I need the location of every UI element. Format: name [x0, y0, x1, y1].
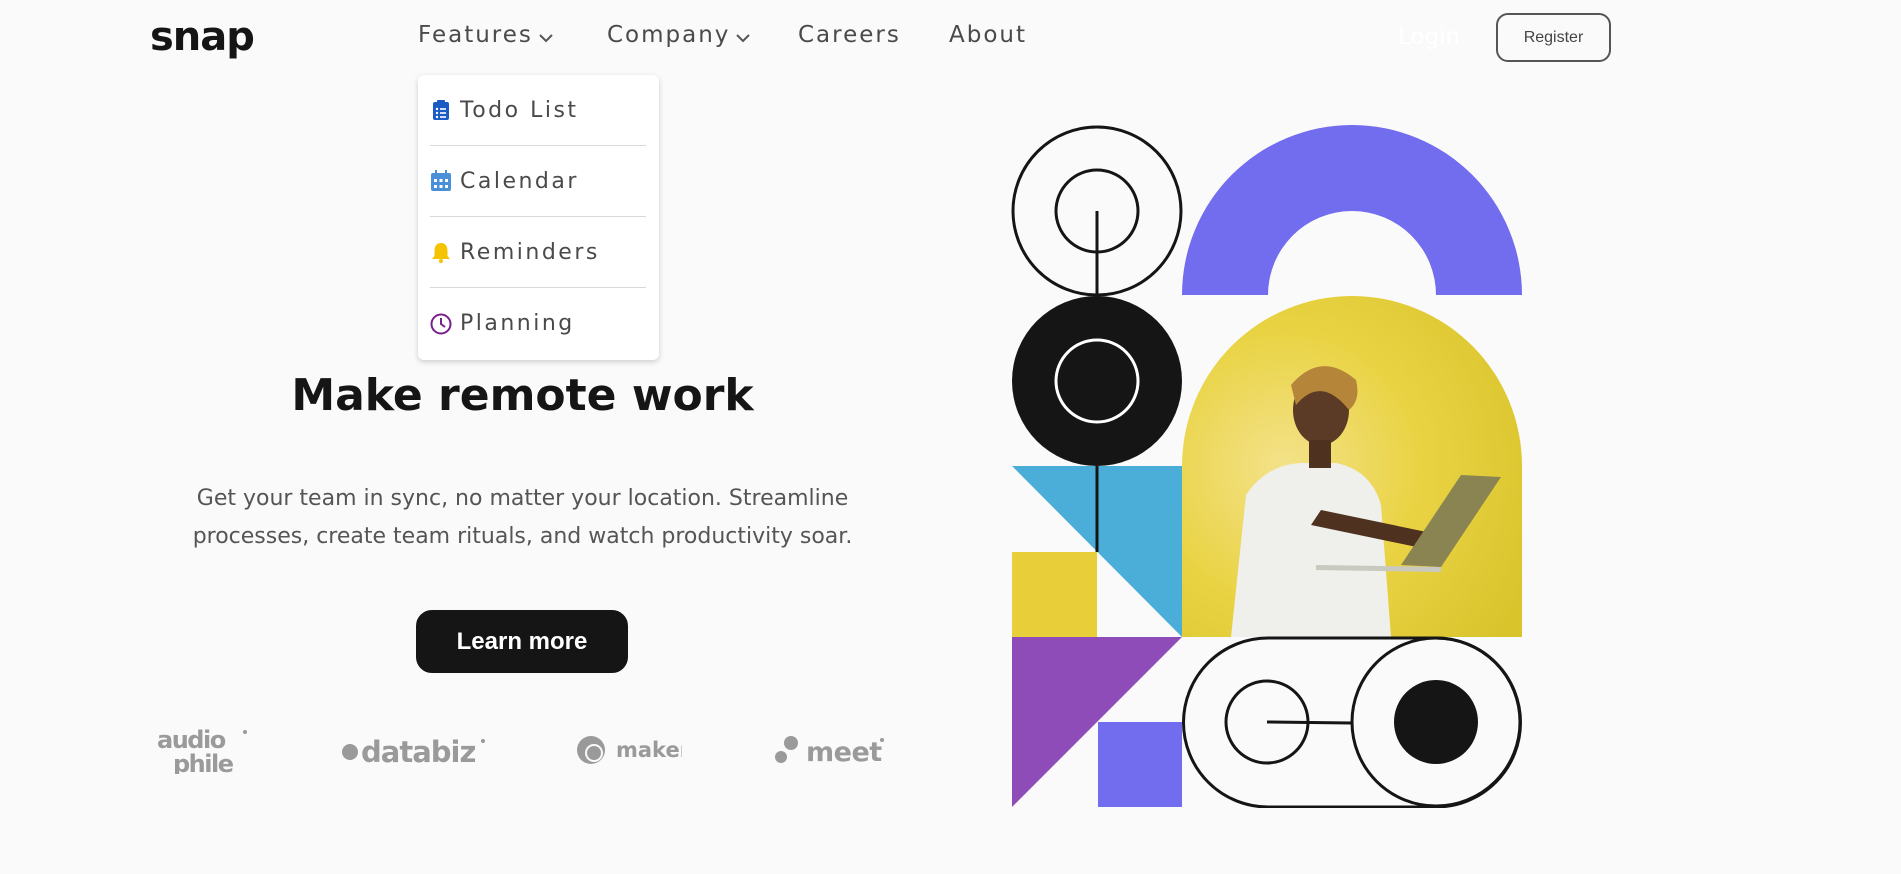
dropdown-item-label: Reminders	[460, 239, 600, 265]
nav-company[interactable]: Company	[607, 22, 751, 49]
dropdown-item-label: Todo List	[460, 97, 579, 123]
client-logo-meet: meet	[772, 733, 887, 767]
dropdown-item-todo-list[interactable]: Todo List	[430, 75, 646, 146]
purple-square-shape	[1098, 722, 1182, 807]
svg-text:maker: maker	[616, 738, 682, 762]
chevron-down-icon	[539, 23, 553, 49]
purple-arch-shape	[1182, 125, 1522, 295]
bell-icon	[430, 241, 452, 263]
nav-company-label: Company	[607, 22, 731, 48]
hero-description: Get your team in sync, no matter your lo…	[192, 486, 853, 549]
nav-features-label: Features	[418, 22, 533, 48]
site-logo[interactable]: snap	[150, 14, 255, 60]
nav-about[interactable]: About	[949, 22, 1027, 48]
dropdown-item-planning[interactable]: Planning	[430, 288, 646, 359]
dropdown-item-reminders[interactable]: Reminders	[430, 217, 646, 288]
svg-text:databiz: databiz	[361, 735, 475, 768]
svg-text:phile: phile	[173, 750, 234, 774]
learn-more-button[interactable]: Learn more	[416, 610, 628, 673]
login-link[interactable]: Login	[1398, 24, 1460, 50]
chevron-down-icon	[736, 23, 751, 49]
dropdown-item-label: Calendar	[460, 168, 579, 194]
nav-careers[interactable]: Careers	[798, 22, 901, 48]
svg-text:meet: meet	[806, 737, 882, 767]
register-button[interactable]: Register	[1496, 13, 1611, 62]
clock-icon	[430, 313, 452, 335]
dropdown-item-label: Planning	[460, 311, 575, 336]
maker-logo: maker	[577, 736, 682, 764]
pill-outline-shape	[1182, 636, 1522, 809]
hero-illustration	[1011, 125, 1524, 809]
dropdown-item-calendar[interactable]: Calendar	[430, 146, 646, 217]
yellow-square-shape	[1012, 552, 1097, 637]
hero-photo	[1182, 296, 1522, 637]
meet-logo: meet	[775, 736, 884, 767]
client-logo-databiz: databiz	[341, 734, 491, 768]
client-logo-maker: maker	[577, 733, 682, 767]
client-logo-audiophile: audio phile	[155, 726, 250, 774]
hero-title: Make remote work	[291, 370, 754, 421]
calendar-icon	[430, 170, 452, 192]
nav-features[interactable]: Features	[418, 22, 553, 49]
audiophile-logo: audio phile	[157, 726, 247, 774]
features-dropdown-menu: Todo List Calendar Reminders Planning	[418, 75, 659, 360]
todo-list-icon	[430, 99, 452, 121]
black-circle-shape	[1012, 296, 1182, 466]
databiz-logo: databiz	[342, 735, 485, 768]
